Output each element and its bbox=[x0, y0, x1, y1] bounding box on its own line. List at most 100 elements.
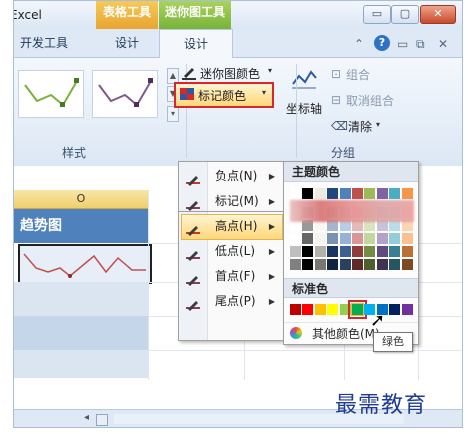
tab-sparkline-design[interactable]: 设计 bbox=[159, 29, 233, 59]
scrollbar-thumb[interactable] bbox=[96, 414, 108, 426]
close-doc-icon[interactable]: ✕ bbox=[438, 37, 448, 51]
theme-color-grid[interactable] bbox=[290, 188, 414, 274]
style-more[interactable]: ▾ bbox=[167, 106, 179, 122]
marker-color-button[interactable]: 标记颜色 ▾ bbox=[174, 82, 274, 108]
theme-color-swatch[interactable] bbox=[290, 188, 301, 199]
theme-color-swatch[interactable] bbox=[401, 188, 413, 199]
menu-item-high-point[interactable]: 高点(H) ▶ bbox=[181, 214, 281, 239]
theme-color-swatch[interactable] bbox=[314, 188, 326, 199]
sparkline-cell[interactable] bbox=[18, 244, 152, 284]
theme-color-swatch[interactable] bbox=[352, 246, 363, 257]
axis-label[interactable]: 坐标轴 bbox=[286, 100, 322, 117]
theme-color-swatch[interactable] bbox=[327, 259, 339, 270]
theme-color-swatch[interactable] bbox=[401, 246, 413, 257]
tab-table-design[interactable]: 设计 bbox=[96, 29, 158, 57]
theme-color-swatch[interactable] bbox=[302, 233, 314, 244]
selected-standard-color-swatch[interactable] bbox=[348, 300, 367, 319]
theme-color-swatch[interactable] bbox=[364, 246, 376, 257]
context-group-sparkline-tools: 迷你图工具 bbox=[159, 1, 231, 29]
pen-icon bbox=[182, 66, 196, 80]
theme-color-swatch[interactable] bbox=[376, 246, 388, 257]
menu-item-low-point[interactable]: 低点(L) ▶ bbox=[181, 239, 281, 264]
chevron-down-icon: ▾ bbox=[376, 120, 381, 129]
theme-color-swatch[interactable] bbox=[389, 259, 401, 270]
theme-color-swatch[interactable] bbox=[314, 259, 326, 270]
theme-color-swatch[interactable] bbox=[339, 246, 351, 257]
menu-item-first-point[interactable]: 首点(F) ▶ bbox=[181, 264, 281, 289]
pen-icon bbox=[186, 195, 200, 211]
theme-color-swatch[interactable] bbox=[339, 259, 351, 270]
ungroup-label[interactable]: 取消组合 bbox=[346, 92, 394, 109]
ribbon-panel: ▲ ▼ ▾ 样式 迷你图颜色 ▾ 标记颜色 ▾ 坐标轴 ⊡ 组合 ⊟ 取消组合 … bbox=[14, 58, 462, 167]
theme-color-swatch[interactable] bbox=[327, 188, 339, 199]
app-title: Excel bbox=[13, 8, 42, 22]
standard-color-row[interactable] bbox=[290, 300, 414, 319]
sparkline-style-thumb-1[interactable] bbox=[18, 70, 84, 118]
clear-label[interactable]: 清除 bbox=[348, 118, 372, 135]
theme-color-swatch[interactable] bbox=[290, 233, 301, 244]
tab-developer[interactable]: 开发工具 bbox=[14, 29, 74, 57]
theme-color-swatch[interactable] bbox=[327, 233, 339, 244]
theme-color-swatch[interactable] bbox=[401, 259, 413, 270]
standard-color-swatch[interactable] bbox=[327, 304, 339, 315]
theme-color-swatch[interactable] bbox=[389, 233, 401, 244]
restore-doc-icon[interactable]: ⧉ bbox=[416, 37, 425, 52]
standard-color-swatch[interactable] bbox=[302, 304, 314, 315]
ribbon-tabs: 开发工具 设计 设计 ⌃ ? ▭ ⧉ ✕ bbox=[14, 29, 462, 59]
sparkline-color-button[interactable]: 迷你图颜色 ▾ bbox=[182, 64, 278, 82]
theme-color-swatch[interactable] bbox=[314, 246, 326, 257]
standard-color-swatch[interactable] bbox=[290, 304, 301, 315]
standard-color-swatch[interactable] bbox=[389, 304, 401, 315]
standard-color-swatch[interactable] bbox=[401, 304, 413, 315]
theme-color-swatch[interactable] bbox=[339, 233, 351, 244]
theme-color-swatch[interactable] bbox=[389, 246, 401, 257]
theme-color-swatch[interactable] bbox=[339, 188, 351, 199]
trend-title-cell[interactable]: 趋势图 bbox=[14, 209, 148, 243]
theme-color-swatch[interactable] bbox=[352, 188, 363, 199]
theme-color-swatch[interactable] bbox=[352, 259, 363, 270]
theme-color-swatch[interactable] bbox=[364, 233, 376, 244]
theme-color-swatch[interactable] bbox=[352, 233, 363, 244]
sparkline-style-1-icon bbox=[24, 78, 79, 107]
mouse-cursor-icon: ➚ bbox=[370, 310, 386, 331]
theme-color-swatch[interactable] bbox=[327, 246, 339, 257]
menu-item-last-point[interactable]: 尾点(P) ▶ bbox=[181, 289, 281, 314]
theme-color-swatch[interactable] bbox=[302, 259, 314, 270]
minimize-doc-icon[interactable]: ▭ bbox=[397, 37, 408, 51]
menu-item-label: 低点(L) bbox=[215, 244, 256, 258]
collapse-ribbon-icon[interactable]: ⌃ bbox=[354, 37, 364, 51]
sparkline-line-icon bbox=[23, 253, 146, 278]
close-button[interactable]: ✕ bbox=[420, 5, 456, 24]
minimize-button[interactable]: ▭ bbox=[363, 5, 391, 24]
theme-color-swatch[interactable] bbox=[376, 259, 388, 270]
scroll-left-icon[interactable]: ◂ bbox=[84, 412, 89, 423]
theme-color-swatch[interactable] bbox=[290, 259, 301, 270]
pen-icon bbox=[186, 245, 200, 261]
pen-icon bbox=[186, 270, 200, 286]
theme-color-swatch[interactable] bbox=[302, 246, 314, 257]
pen-icon bbox=[186, 220, 200, 236]
group-label[interactable]: 组合 bbox=[346, 66, 370, 83]
theme-color-swatch[interactable] bbox=[364, 188, 376, 199]
theme-color-swatch[interactable] bbox=[290, 246, 301, 257]
column-header[interactable]: O bbox=[14, 190, 148, 209]
theme-color-swatch[interactable] bbox=[314, 233, 326, 244]
restore-button[interactable]: ▢ bbox=[391, 5, 419, 24]
theme-color-swatch[interactable] bbox=[364, 259, 376, 270]
menu-item-negative-point[interactable]: 负点(N) ▶ bbox=[181, 164, 281, 189]
standard-color-swatch[interactable] bbox=[314, 304, 326, 315]
theme-color-swatch[interactable] bbox=[376, 233, 388, 244]
standard-color-swatch[interactable] bbox=[339, 304, 351, 315]
ribbon-separator bbox=[296, 64, 297, 158]
theme-color-swatch[interactable] bbox=[376, 188, 388, 199]
pen-icon bbox=[186, 295, 200, 311]
theme-color-swatch[interactable] bbox=[302, 188, 314, 199]
marker-color-menu-lower: 高点(H) ▶ 低点(L) ▶ 首点(F) ▶ 尾点(P) ▶ bbox=[178, 211, 284, 341]
theme-color-swatch[interactable] bbox=[401, 233, 413, 244]
sparkline-style-2-icon bbox=[98, 78, 153, 107]
help-icon[interactable]: ? bbox=[374, 35, 390, 51]
sparkline-style-thumb-2[interactable] bbox=[92, 70, 158, 118]
theme-color-swatch[interactable] bbox=[389, 188, 401, 199]
axis-icon bbox=[290, 68, 318, 94]
chevron-right-icon: ▶ bbox=[268, 222, 275, 231]
